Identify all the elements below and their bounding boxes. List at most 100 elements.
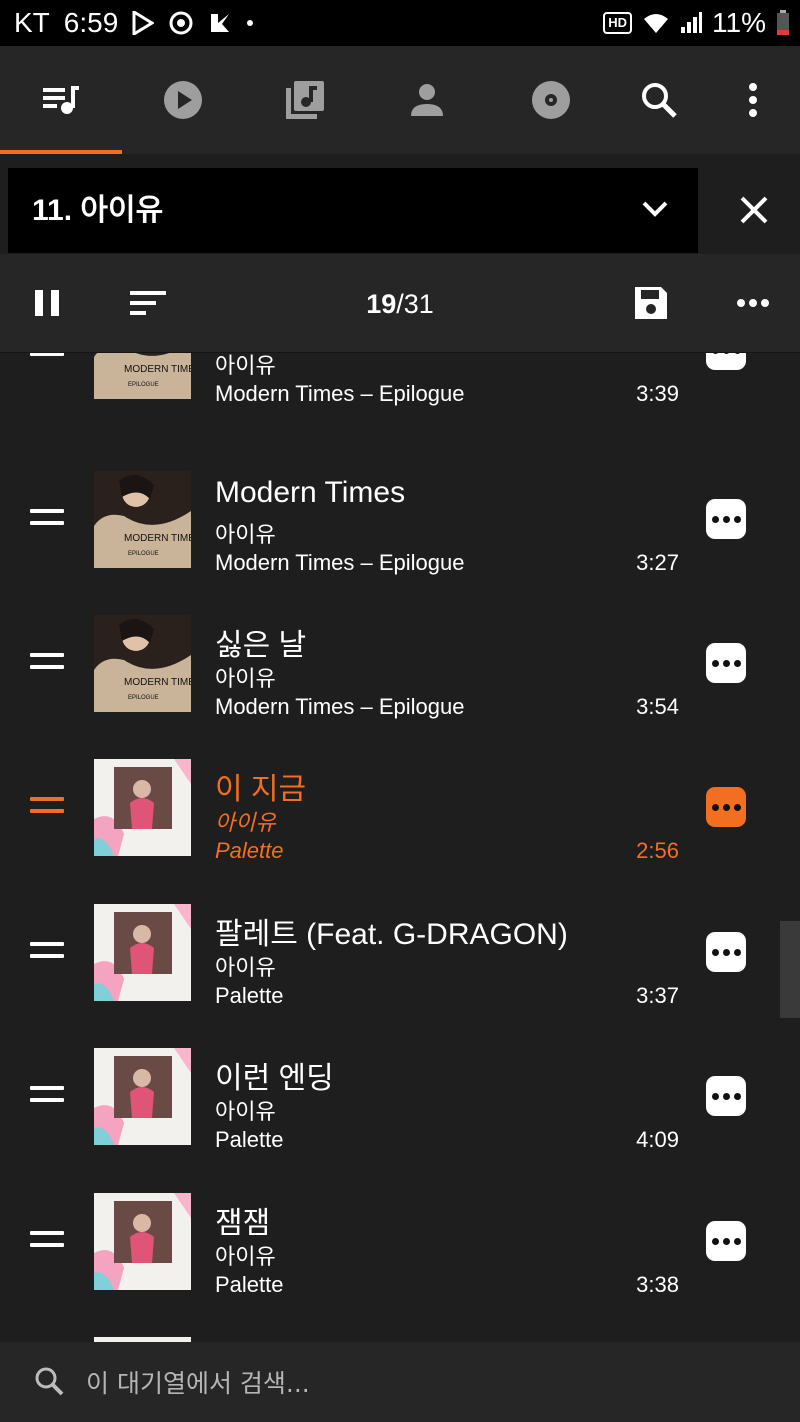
flash-icon	[208, 7, 232, 39]
search-button[interactable]	[620, 46, 698, 154]
battery-percent: 11%	[712, 7, 766, 38]
more-vert-icon	[749, 83, 757, 117]
more-horiz-icon	[737, 299, 769, 307]
sync-icon	[168, 7, 194, 39]
album-art: MODERN TIMES EPILOGUE	[94, 471, 191, 568]
track-artist: 아이유	[215, 810, 276, 835]
disc-icon	[532, 81, 570, 119]
list-item[interactable]: MODERN TIMES EPILOGUE 싫은 날 아이유 Modern Ti…	[0, 590, 780, 734]
track-title: 팔레트 (Feat. G-DRAGON)	[215, 918, 568, 951]
track-title: 이 지금	[215, 773, 307, 806]
track-more-button[interactable]	[706, 643, 746, 683]
track-title: 잼잼	[215, 1207, 271, 1240]
svg-text:MODERN TIMES: MODERN TIMES	[124, 364, 191, 375]
track-title: Modern Times	[215, 476, 406, 509]
track-artist: 아이유	[215, 1244, 276, 1269]
play-store-icon	[132, 7, 155, 39]
track-album: Modern Times – Epilogue	[215, 381, 465, 406]
music-library-icon	[286, 81, 324, 119]
svg-text:MODERN TIMES: MODERN TIMES	[124, 533, 191, 544]
album-art: MODERN TIMES EPILOGUE	[94, 615, 191, 712]
queue-position: 19	[366, 289, 397, 319]
scrollbar-thumb[interactable]	[780, 921, 800, 1018]
svg-text:MODERN TIMES: MODERN TIMES	[124, 677, 191, 688]
track-album: Palette	[215, 1127, 284, 1152]
track-more-button[interactable]	[706, 1076, 746, 1116]
track-more-button[interactable]	[706, 787, 746, 827]
track-album: Palette	[215, 838, 284, 863]
queue-selector[interactable]: 11. 아이유	[8, 168, 698, 253]
track-artist: 아이유	[215, 955, 276, 980]
album-art	[94, 904, 191, 1001]
queue-search-bar	[0, 1342, 800, 1422]
list-item-now-playing[interactable]: 이 지금 아이유 Palette 2:56	[0, 734, 780, 878]
drag-handle-icon[interactable]	[30, 942, 64, 962]
save-queue-button[interactable]	[620, 254, 682, 352]
album-art: MODERN TIMES EPILOGUE	[94, 353, 191, 399]
track-more-button[interactable]	[706, 932, 746, 972]
track-artist: 아이유	[215, 353, 276, 378]
svg-text:EPILOGUE: EPILOGUE	[128, 551, 159, 557]
close-icon	[740, 196, 768, 224]
list-item[interactable]: MODERN TIMES EPILOGUE Modern Times 아이유 M…	[0, 446, 780, 590]
drag-handle-icon[interactable]	[30, 1231, 64, 1251]
notification-dot-icon	[246, 7, 254, 39]
track-title: 싫은 날	[215, 629, 307, 662]
queue-search-input[interactable]	[84, 1362, 778, 1404]
svg-text:EPILOGUE: EPILOGUE	[128, 695, 159, 701]
track-album: Palette	[215, 1272, 284, 1297]
tab-queue[interactable]	[0, 46, 122, 154]
drag-handle-icon[interactable]	[30, 353, 64, 360]
tab-albums[interactable]	[488, 46, 614, 154]
sort-icon	[130, 291, 166, 315]
list-item[interactable]: 이런 엔딩 아이유 Palette 4:09	[0, 1023, 780, 1167]
battery-icon	[776, 7, 790, 39]
queue-total: /31	[396, 289, 434, 319]
list-item[interactable]: 잼잼 아이유 Palette 3:38	[0, 1168, 780, 1312]
save-icon	[635, 287, 667, 319]
tab-artists[interactable]	[366, 46, 488, 154]
active-tab-indicator	[0, 150, 122, 154]
tab-now-playing[interactable]	[122, 46, 244, 154]
track-duration: 3:27	[636, 550, 679, 575]
pause-button[interactable]	[16, 254, 78, 352]
wifi-icon	[642, 7, 670, 39]
track-title: 이런 엔딩	[215, 1062, 334, 1095]
album-art	[94, 759, 191, 856]
drag-handle-icon[interactable]	[30, 509, 64, 529]
pause-icon	[35, 290, 59, 316]
drag-handle-icon[interactable]	[30, 797, 64, 817]
track-artist: 아이유	[215, 666, 276, 691]
signal-icon	[680, 7, 703, 39]
queue-music-icon	[43, 86, 79, 114]
tab-library[interactable]	[244, 46, 366, 154]
hd-badge: HD	[603, 12, 633, 34]
search-icon	[35, 1367, 64, 1396]
search-icon	[642, 83, 677, 118]
person-icon	[411, 84, 443, 116]
track-album: Modern Times – Epilogue	[215, 694, 465, 719]
track-more-button[interactable]	[706, 353, 746, 370]
chevron-down-icon	[642, 201, 668, 217]
track-artist: 아이유	[215, 1099, 276, 1124]
overflow-menu-button[interactable]	[720, 46, 786, 154]
track-album: Palette	[215, 983, 284, 1008]
status-bar: KT 6:59 HD 11%	[0, 0, 800, 46]
track-album: Modern Times – Epilogue	[215, 550, 465, 575]
track-duration: 3:38	[636, 1272, 679, 1297]
track-artist: 아이유	[215, 522, 276, 547]
track-more-button[interactable]	[706, 1221, 746, 1261]
top-navigation	[0, 46, 800, 154]
track-list: MODERN TIMES EPILOGUE 아이유 Modern Times –…	[0, 353, 800, 1342]
close-queue-button[interactable]	[724, 180, 784, 240]
drag-handle-icon[interactable]	[30, 1086, 64, 1106]
track-more-button[interactable]	[706, 499, 746, 539]
drag-handle-icon[interactable]	[30, 653, 64, 673]
list-item[interactable]: 팔레트 (Feat. G-DRAGON) 아이유 Palette 3:37	[0, 879, 780, 1023]
sort-button[interactable]	[118, 254, 178, 352]
toolbar-more-button[interactable]	[722, 254, 784, 352]
track-duration: 3:37	[636, 983, 679, 1008]
track-duration: 4:09	[636, 1127, 679, 1152]
list-item[interactable]: MODERN TIMES EPILOGUE 아이유 Modern Times –…	[0, 353, 780, 421]
clock: 6:59	[63, 7, 119, 38]
